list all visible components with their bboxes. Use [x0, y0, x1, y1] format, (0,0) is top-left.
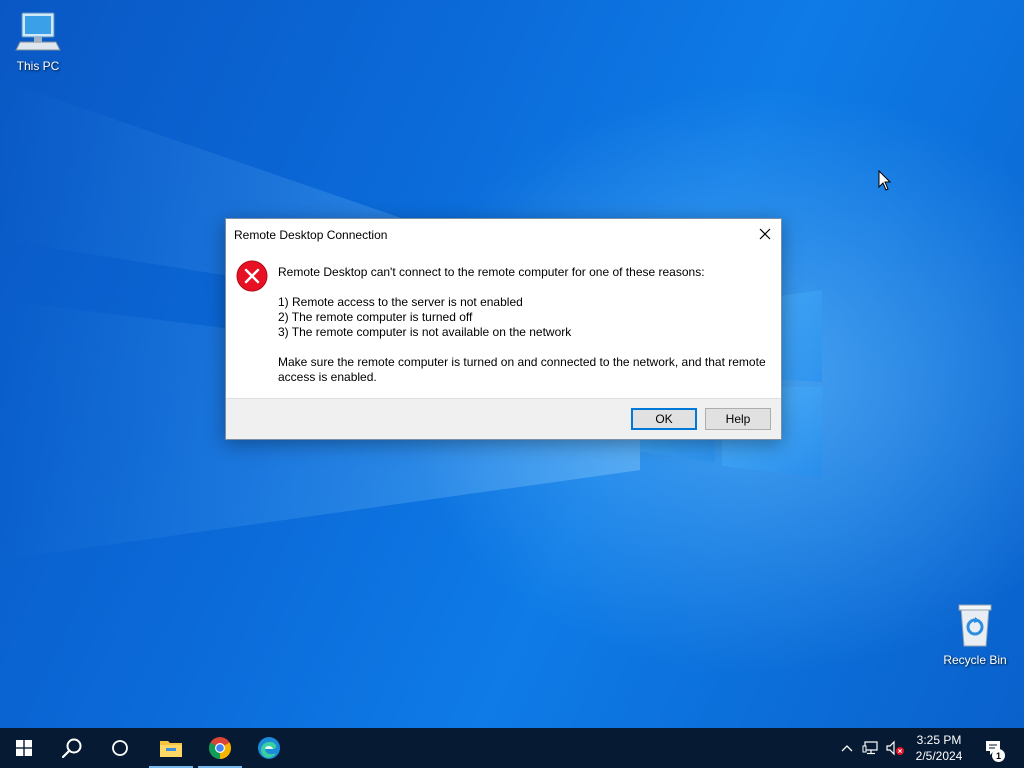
task-view-icon	[112, 740, 128, 756]
dialog-message: Remote Desktop can't connect to the remo…	[278, 265, 773, 385]
volume-muted-icon	[886, 740, 904, 756]
taskbar-chrome[interactable]	[196, 728, 244, 768]
error-dialog: Remote Desktop Connection Remote Desktop…	[225, 218, 782, 440]
file-explorer-icon	[160, 741, 182, 757]
reason-item: 2) The remote computer is turned off	[278, 310, 473, 324]
network-icon	[862, 741, 878, 755]
mouse-cursor-icon	[878, 170, 892, 191]
dialog-title: Remote Desktop Connection	[234, 228, 388, 242]
error-icon	[236, 260, 268, 292]
action-center-button[interactable]	[978, 728, 1008, 768]
reason-item: 1) Remote access to the server is not en…	[278, 295, 523, 309]
notification-count-badge: 1	[992, 749, 1005, 762]
search-button[interactable]	[48, 728, 96, 768]
close-icon	[759, 228, 771, 240]
desktop-icon-label: This PC	[16, 59, 60, 73]
help-button[interactable]: Help	[705, 408, 771, 430]
computer-icon	[15, 12, 61, 51]
clock-date: 2/5/2024	[915, 749, 963, 763]
dialog-message-intro: Remote Desktop can't connect to the remo…	[278, 265, 705, 279]
ok-button[interactable]: OK	[631, 408, 697, 430]
desktop-icon-label: Recycle Bin	[943, 653, 1007, 667]
chrome-icon	[209, 737, 231, 759]
network-tray-button[interactable]	[860, 728, 882, 768]
dialog-advice: Make sure the remote computer is turned …	[278, 355, 766, 384]
taskbar-edge[interactable]	[245, 728, 293, 768]
task-view-button[interactable]	[96, 728, 144, 768]
start-button[interactable]	[0, 728, 48, 768]
taskbar-file-explorer[interactable]	[147, 728, 195, 768]
desktop-icon-this-pc[interactable]: This PC	[0, 10, 76, 73]
reason-item: 3) The remote computer is not available …	[278, 325, 572, 339]
start-icon	[16, 740, 32, 756]
dialog-button-bar: OK Help	[226, 398, 781, 439]
clock-time: 3:25 PM	[916, 733, 962, 747]
edge-icon	[258, 737, 280, 759]
close-button[interactable]	[749, 219, 781, 249]
taskbar: 3:25 PM 2/5/2024 1	[0, 728, 1024, 768]
volume-tray-button[interactable]	[884, 728, 906, 768]
chevron-up-icon	[841, 745, 853, 752]
dialog-titlebar[interactable]: Remote Desktop Connection	[226, 219, 781, 249]
desktop-icon-recycle-bin[interactable]: Recycle Bin	[937, 602, 1013, 667]
show-hidden-icons-button[interactable]	[838, 728, 856, 768]
clock[interactable]: 3:25 PM 2/5/2024	[908, 731, 970, 767]
recycle-bin-icon	[958, 604, 992, 647]
search-icon	[61, 738, 82, 759]
